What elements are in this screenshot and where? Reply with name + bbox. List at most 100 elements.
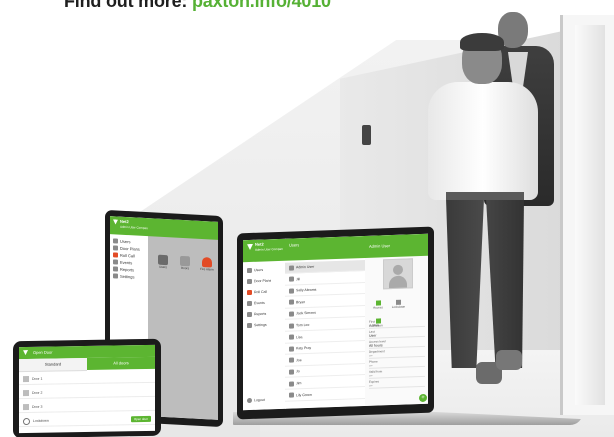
laptop-nav-item[interactable]: Settings	[247, 322, 271, 334]
door-reader-icon	[362, 125, 371, 145]
user-name: Jill	[296, 276, 301, 281]
user-icon	[289, 299, 294, 305]
field-value: All hours	[369, 343, 383, 348]
user-name: Lily Green	[296, 392, 312, 397]
tablet-header: Net2 Admin User Company	[110, 216, 148, 237]
nav-label: Door Plans	[254, 278, 272, 284]
laptop-nav-item[interactable]: Roll Call	[247, 289, 271, 301]
door-icon	[23, 390, 29, 397]
user-icon	[289, 369, 294, 375]
users-icon	[113, 238, 118, 245]
field-value: Admin	[369, 323, 379, 328]
glass-door	[575, 25, 605, 405]
user-list-row[interactable]: Lily Green	[285, 387, 365, 402]
door-row[interactable]: Door 3	[19, 398, 155, 414]
laptop-nav-item[interactable]: Door Plans	[247, 278, 271, 290]
laptop-nav-item[interactable]: Events	[247, 300, 271, 312]
phone-tabs: Standard All doors	[19, 356, 155, 373]
door-icon	[23, 404, 29, 411]
nav-label: Reports	[254, 311, 267, 317]
lockdown-icon	[23, 417, 30, 425]
lockdown-row[interactable]: Lockdown Open door	[19, 412, 155, 428]
net2-logo-icon	[247, 244, 253, 250]
laptop-list-header: Users	[285, 235, 365, 261]
tablet-tile-doors[interactable]: Doors	[178, 255, 192, 271]
tile-label: Fire Alarm	[200, 266, 214, 272]
door-row[interactable]: Door 1	[19, 370, 155, 386]
person-belt	[446, 192, 524, 200]
tab-standard[interactable]: Standard	[19, 358, 87, 373]
settings-icon	[113, 273, 118, 280]
phone-screen: Open Door Standard All doors Door 1 Door…	[19, 344, 155, 434]
users-icon	[247, 267, 252, 274]
user-name: Jo	[296, 369, 300, 374]
tile-label: Users	[159, 264, 167, 270]
person-shirt	[428, 82, 538, 200]
tablet-subtitle: Admin User Company	[120, 224, 148, 231]
nav-label: Roll Call	[120, 252, 135, 259]
laptop-sidebar-header: Net2 Admin User Company	[243, 238, 285, 263]
net2-logo-icon	[23, 350, 28, 355]
field-value: User	[369, 333, 377, 338]
tablet-green-band	[148, 218, 218, 240]
user-icon	[289, 346, 294, 352]
tablet-nav-item[interactable]: Settings	[113, 273, 140, 281]
reports-icon	[247, 311, 252, 318]
user-name: Lisa	[296, 334, 303, 339]
roll-call-icon	[247, 289, 252, 296]
laptop-nav-item[interactable]: Reports	[247, 311, 271, 323]
access-action[interactable]: Access	[371, 300, 385, 310]
door-row[interactable]: Door 2	[19, 384, 155, 400]
headline: Find out more: paxton.info/4010	[64, 0, 331, 12]
tile-label: Doors	[180, 265, 189, 271]
tablet-tile-users[interactable]: Users	[156, 254, 170, 270]
laptop-nav-item[interactable]: Users	[247, 267, 271, 279]
user-name: Bryan	[296, 299, 306, 305]
phone-title: Open Door	[33, 349, 53, 355]
user-icon	[289, 334, 294, 340]
nav-label: Settings	[254, 322, 267, 328]
user-icon	[289, 381, 294, 387]
door-icon	[180, 255, 190, 267]
open-door-button[interactable]: Open door	[130, 415, 151, 423]
laptop-device: Net2 Admin User Company Users Door Plans…	[237, 226, 434, 420]
phone-device: Open Door Standard All doors Door 1 Door…	[13, 338, 161, 437]
user-icon	[158, 254, 168, 266]
laptop-screen: Net2 Admin User Company Users Door Plans…	[243, 233, 428, 411]
nav-label: Users	[254, 267, 264, 273]
user-name: Admin User	[296, 264, 315, 270]
laptop-sidebar: Net2 Admin User Company Users Door Plans…	[243, 238, 286, 411]
laptop-detail-panel: Admin User Access Lockdown Person First A…	[365, 233, 428, 406]
nav-label: Events	[254, 300, 265, 306]
lockdown-action[interactable]: Lockdown	[391, 299, 405, 309]
laptop-nav: Users Door Plans Roll Call Events Report…	[247, 267, 271, 334]
nav-label: Door Plans	[120, 245, 140, 252]
nav-label: Reports	[120, 266, 135, 273]
events-icon	[113, 259, 118, 266]
user-icon	[289, 265, 294, 271]
laptop-app-title: Net2	[255, 241, 264, 247]
person-hair	[460, 33, 504, 51]
tab-all-doors[interactable]: All doors	[87, 356, 155, 370]
headline-link[interactable]: paxton.info/4010	[192, 0, 331, 11]
nav-label: Events	[120, 259, 133, 266]
door-label: Door 1	[32, 376, 43, 381]
avatar[interactable]	[383, 258, 413, 290]
user-icon	[289, 311, 294, 317]
detail-field[interactable]: Expires —	[369, 377, 425, 389]
logout-button[interactable]: Logout	[247, 397, 265, 404]
avatar-body	[389, 275, 407, 289]
tablet-nav: Users Door Plans Roll Call Events Report…	[113, 238, 140, 281]
laptop-detail-header: Admin User	[365, 233, 428, 258]
user-name: Jim	[296, 381, 302, 386]
laptop-user-list: Users Admin User Jill Sally Abrams Bryan Jac…	[285, 235, 366, 409]
user-name: Tom Lee	[296, 322, 310, 328]
events-icon	[247, 300, 252, 307]
user-icon	[289, 276, 294, 282]
add-button[interactable]: +	[419, 393, 427, 403]
door-icon	[23, 376, 29, 383]
avatar-head	[393, 264, 403, 275]
user-name: Jack Simons	[296, 311, 316, 316]
user-name: Katy Pray	[296, 346, 312, 351]
tablet-tile-fire[interactable]: Fire Alarm	[200, 256, 214, 272]
